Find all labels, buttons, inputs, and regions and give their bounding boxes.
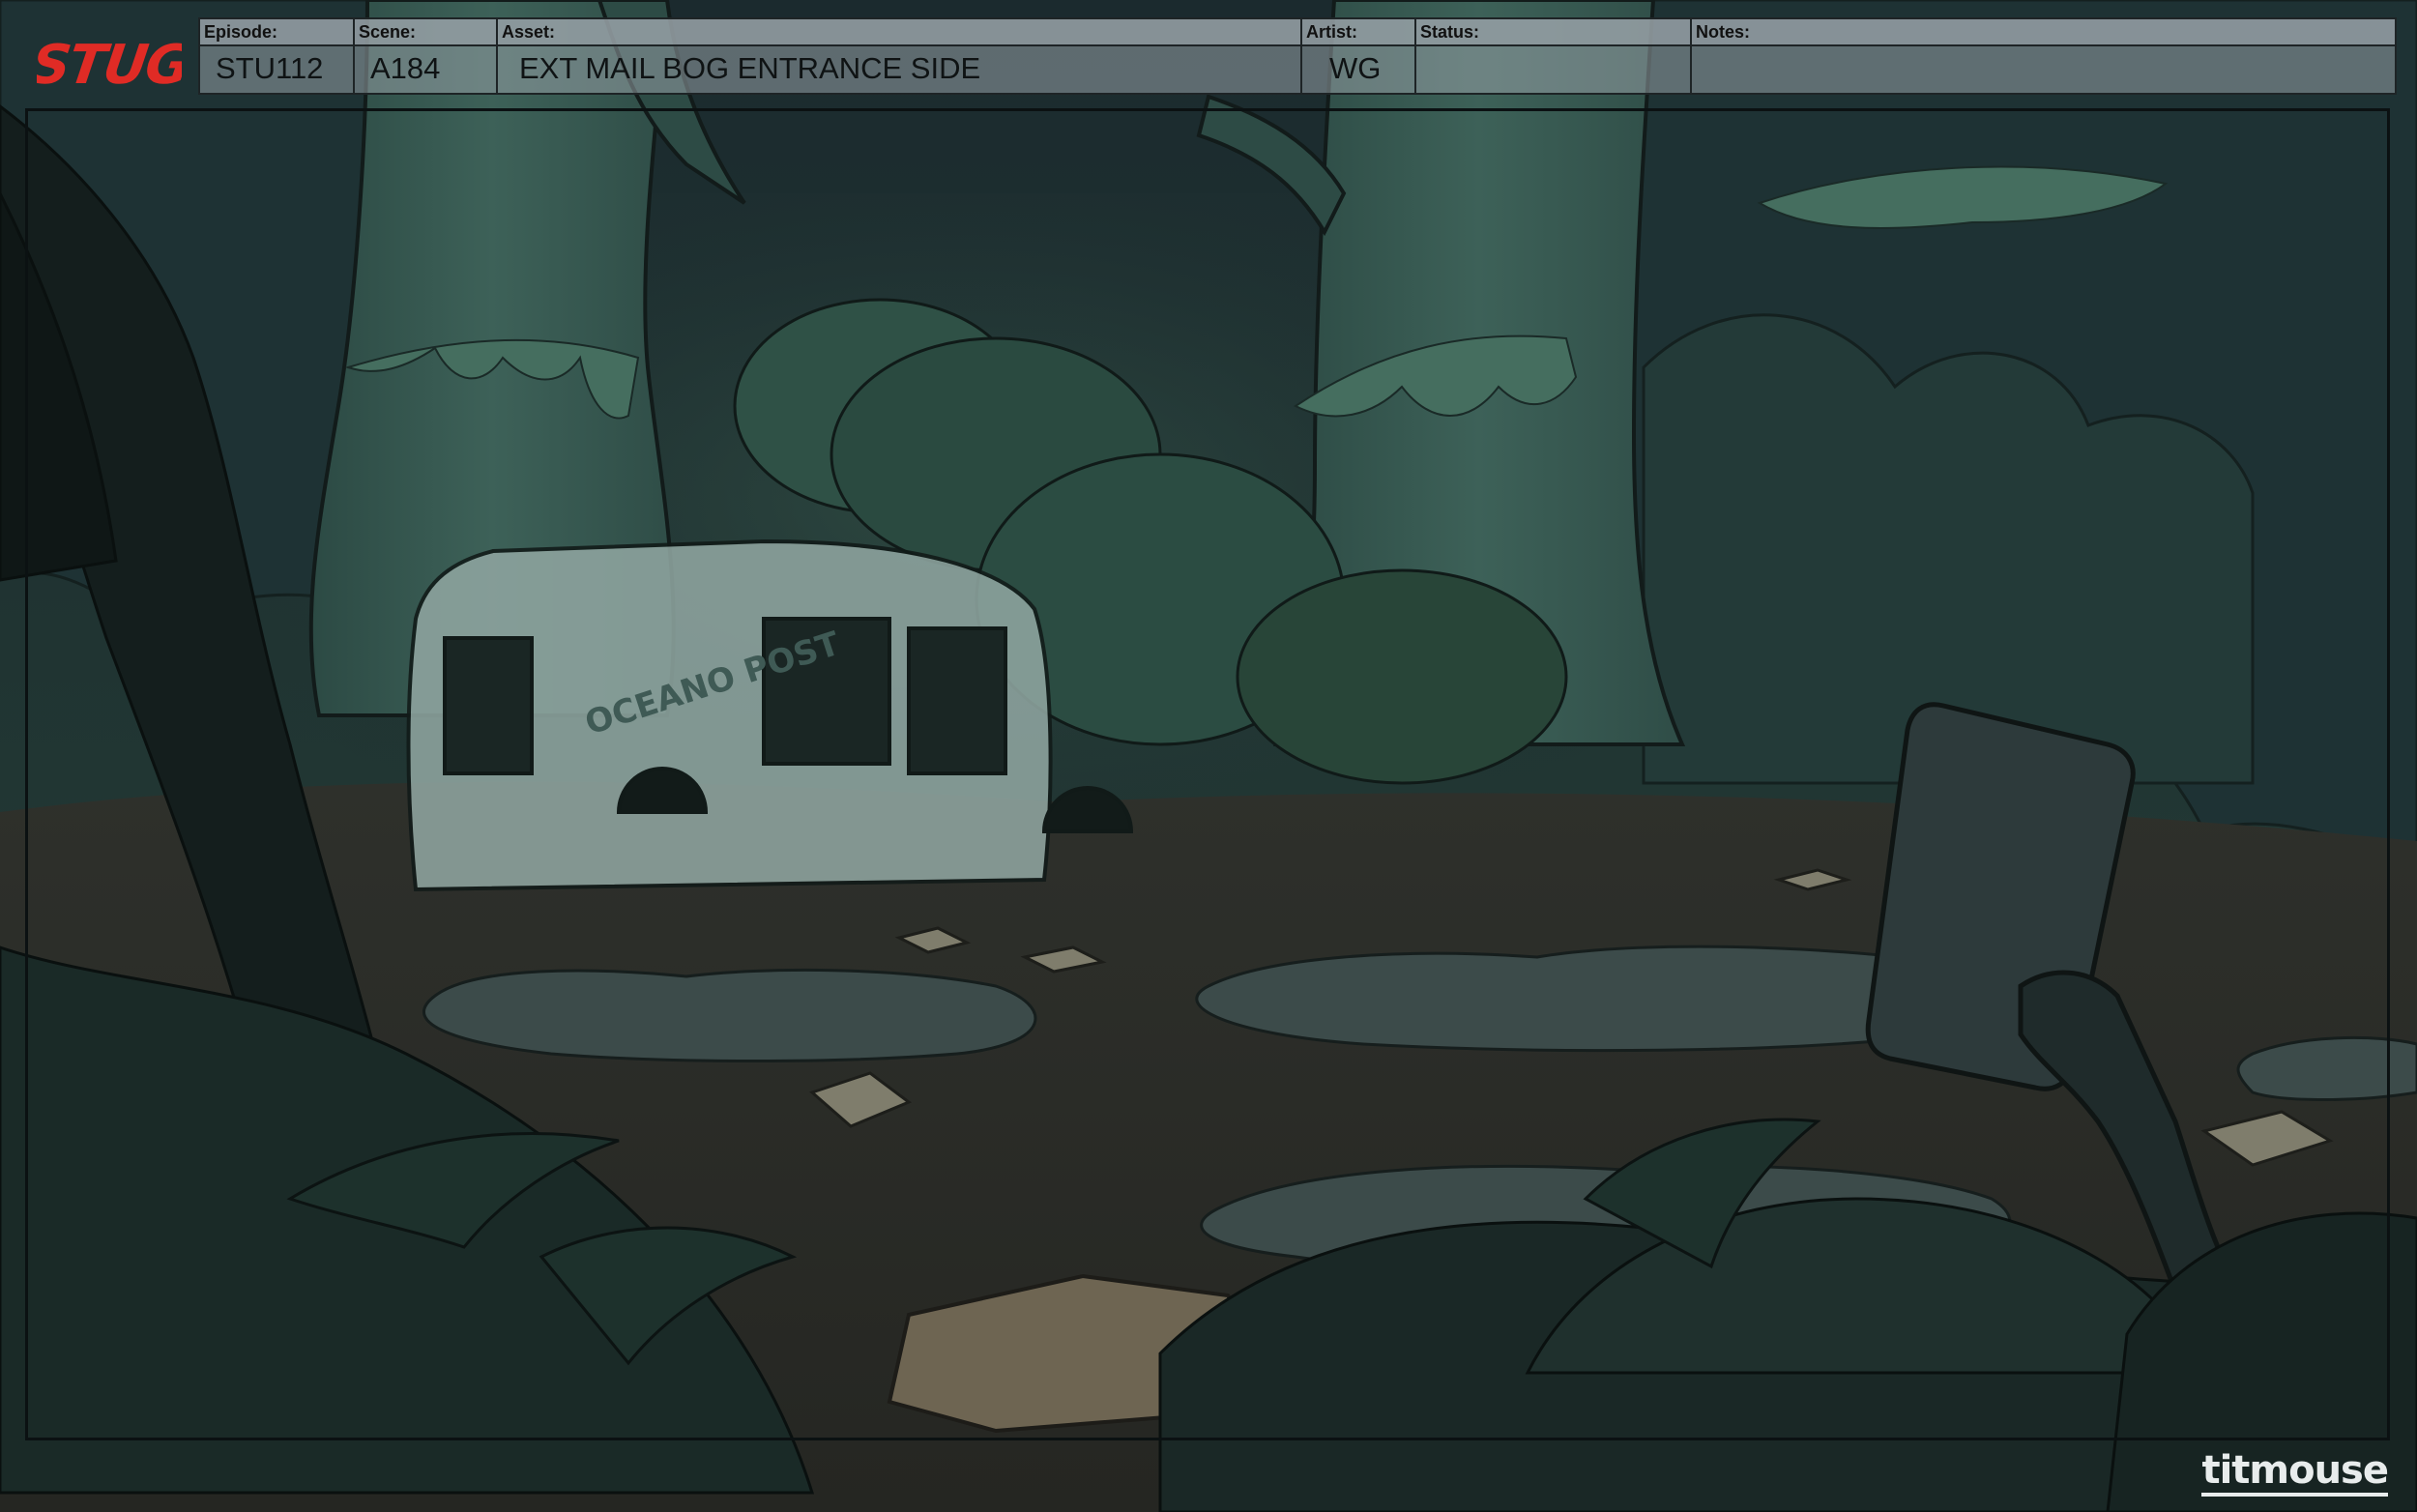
slate-artist: Artist: WG bbox=[1302, 19, 1416, 93]
svg-text:STUGO: STUGO bbox=[37, 34, 182, 97]
slate-status-value bbox=[1416, 46, 1690, 93]
slate-scene-value: A184 bbox=[370, 51, 441, 85]
show-logo: STUGO bbox=[37, 34, 182, 97]
slate-scene-label: Scene: bbox=[355, 19, 496, 46]
slate-scene: Scene: A184 bbox=[355, 19, 498, 93]
slate-episode-label: Episode: bbox=[200, 19, 353, 46]
safe-frame-border bbox=[25, 108, 2390, 1440]
slate-notes-label: Notes: bbox=[1692, 19, 2395, 46]
slate-status-label: Status: bbox=[1416, 19, 1690, 46]
slate-artist-value: WG bbox=[1329, 51, 1382, 85]
slate-episode-value: STU112 bbox=[216, 51, 324, 85]
studio-logo: titmouse bbox=[2201, 1448, 2389, 1497]
slate-artist-label: Artist: bbox=[1302, 19, 1414, 46]
production-slate: Episode: STU112 Scene: A184 Asset: EXT M… bbox=[198, 17, 2397, 95]
slate-notes: Notes: bbox=[1692, 19, 2395, 93]
slate-asset: Asset: EXT MAIL BOG ENTRANCE SIDE bbox=[498, 19, 1302, 93]
slate-notes-value bbox=[1692, 46, 2395, 93]
slate-status: Status: bbox=[1416, 19, 1692, 93]
slate-asset-value: EXT MAIL BOG ENTRANCE SIDE bbox=[519, 51, 981, 85]
slate-asset-label: Asset: bbox=[498, 19, 1300, 46]
slate-episode: Episode: STU112 bbox=[200, 19, 355, 93]
